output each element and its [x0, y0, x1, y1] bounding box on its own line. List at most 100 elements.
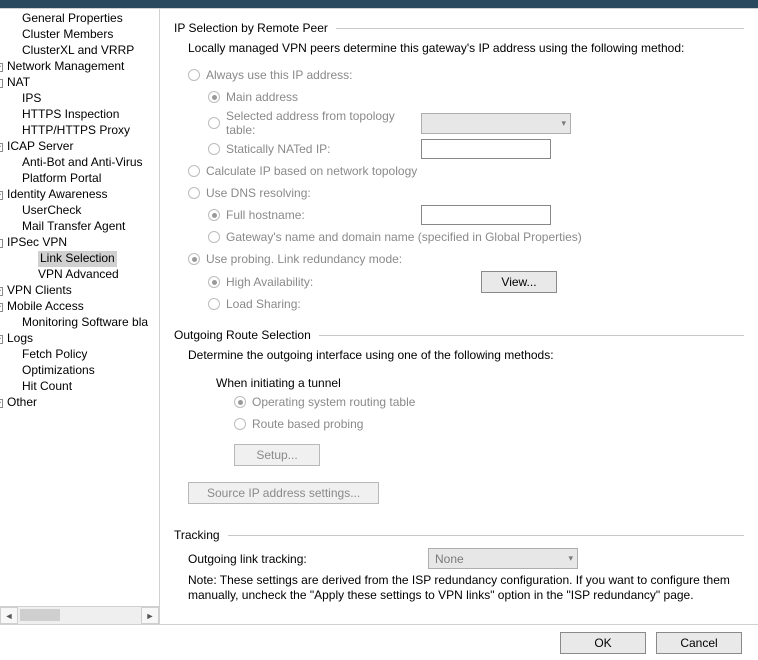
- cancel-button-label: Cancel: [680, 636, 717, 650]
- label-statically-nated: Statically NATed IP:: [226, 142, 421, 156]
- tree-item-label: Other: [7, 395, 37, 411]
- tree-item[interactable]: UserCheck: [4, 203, 159, 219]
- scroll-left-button[interactable]: ◄: [0, 607, 18, 624]
- tree-item-label: Platform Portal: [22, 171, 101, 187]
- input-full-hostname[interactable]: [421, 205, 551, 225]
- tree-item-label: Optimizations: [22, 363, 95, 379]
- ok-button[interactable]: OK: [560, 632, 646, 654]
- navigation-tree: General PropertiesCluster MembersCluster…: [0, 9, 160, 624]
- view-button-label: View...: [501, 275, 536, 289]
- tree-item-label: HTTPS Inspection: [22, 107, 119, 123]
- tree-item[interactable]: IPS: [4, 91, 159, 107]
- scroll-thumb[interactable]: [20, 609, 60, 621]
- tree-item[interactable]: HTTP/HTTPS Proxy: [4, 123, 159, 139]
- scroll-track[interactable]: [18, 607, 141, 624]
- tree-item[interactable]: Platform Portal: [4, 171, 159, 187]
- tree-item[interactable]: Fetch Policy: [4, 347, 159, 363]
- collapse-icon[interactable]: -: [0, 79, 3, 88]
- expand-icon[interactable]: +: [0, 335, 3, 344]
- tree-item[interactable]: VPN Advanced: [4, 267, 159, 283]
- radio-load-sharing[interactable]: [208, 298, 220, 310]
- radio-high-availability[interactable]: [208, 276, 220, 288]
- tree-item[interactable]: +ICAP Server: [4, 139, 159, 155]
- source-ip-settings-button[interactable]: Source IP address settings...: [188, 482, 379, 504]
- expand-icon[interactable]: +: [0, 287, 3, 296]
- radio-statically-nated[interactable]: [208, 143, 220, 155]
- tracking-note: Note: These settings are derived from th…: [188, 573, 744, 603]
- radio-os-routing[interactable]: [234, 396, 246, 408]
- tree-item-label: NAT: [7, 75, 30, 91]
- divider: [319, 335, 744, 336]
- tree-item[interactable]: General Properties: [4, 11, 159, 27]
- tree-item[interactable]: -NAT: [4, 75, 159, 91]
- tree-item-label: VPN Clients: [7, 283, 72, 299]
- label-full-hostname: Full hostname:: [226, 208, 421, 222]
- tree-item[interactable]: +VPN Clients: [4, 283, 159, 299]
- divider: [336, 28, 744, 29]
- label-high-availability: High Availability:: [226, 275, 481, 289]
- radio-full-hostname[interactable]: [208, 209, 220, 221]
- tree-item[interactable]: Link Selection: [4, 251, 159, 267]
- label-use-dns: Use DNS resolving:: [206, 186, 311, 200]
- tree-item[interactable]: Monitoring Software bla: [4, 315, 159, 331]
- tree-item[interactable]: +Other: [4, 395, 159, 411]
- tree-item-label: Hit Count: [22, 379, 72, 395]
- sidebar-horizontal-scrollbar[interactable]: ◄ ►: [0, 606, 159, 624]
- tree-item[interactable]: -IPSec VPN: [4, 235, 159, 251]
- tree-item[interactable]: Cluster Members: [4, 27, 159, 43]
- expand-icon[interactable]: +: [0, 303, 3, 312]
- tree-item[interactable]: +Mobile Access: [4, 299, 159, 315]
- setup-button-label: Setup...: [256, 448, 297, 462]
- expand-icon[interactable]: +: [0, 191, 3, 200]
- radio-gateway-name[interactable]: [208, 231, 220, 243]
- dialog-footer: OK Cancel: [0, 624, 758, 660]
- radio-use-probing[interactable]: [188, 253, 200, 265]
- view-button[interactable]: View...: [481, 271, 557, 293]
- tree-item-label: Fetch Policy: [22, 347, 87, 363]
- tree-item[interactable]: Optimizations: [4, 363, 159, 379]
- radio-route-probing[interactable]: [234, 418, 246, 430]
- tree-item-label: General Properties: [22, 11, 123, 27]
- radio-main-address[interactable]: [208, 91, 220, 103]
- source-ip-settings-label: Source IP address settings...: [207, 486, 360, 500]
- cancel-button[interactable]: Cancel: [656, 632, 742, 654]
- expand-icon[interactable]: +: [0, 143, 3, 152]
- label-selected-topology: Selected address from topology table:: [226, 109, 421, 137]
- tree-item-label: ICAP Server: [7, 139, 73, 155]
- tree-item-label: ClusterXL and VRRP: [22, 43, 134, 59]
- tree-item[interactable]: Anti-Bot and Anti-Virus: [4, 155, 159, 171]
- label-always-use-ip: Always use this IP address:: [206, 68, 353, 82]
- tree-item[interactable]: +Identity Awareness: [4, 187, 159, 203]
- tree-item[interactable]: +Network Management: [4, 59, 159, 75]
- ip-selection-description: Locally managed VPN peers determine this…: [188, 41, 744, 55]
- tree-item-label: Logs: [7, 331, 33, 347]
- setup-button[interactable]: Setup...: [234, 444, 320, 466]
- collapse-icon[interactable]: -: [0, 239, 3, 248]
- input-statically-nated-ip[interactable]: [421, 139, 551, 159]
- tree-item[interactable]: Mail Transfer Agent: [4, 219, 159, 235]
- tree-item-label: HTTP/HTTPS Proxy: [22, 123, 130, 139]
- tree-item-label: Mobile Access: [7, 299, 84, 315]
- tree-item[interactable]: ClusterXL and VRRP: [4, 43, 159, 59]
- scroll-right-button[interactable]: ►: [141, 607, 159, 624]
- tree-item[interactable]: Hit Count: [4, 379, 159, 395]
- tree-item-label: Mail Transfer Agent: [22, 219, 125, 235]
- expand-icon[interactable]: +: [0, 399, 3, 408]
- divider: [228, 535, 744, 536]
- radio-use-dns[interactable]: [188, 187, 200, 199]
- expand-icon[interactable]: +: [0, 63, 3, 72]
- label-outgoing-link-tracking: Outgoing link tracking:: [188, 552, 428, 566]
- outgoing-description: Determine the outgoing interface using o…: [188, 348, 744, 362]
- label-main-address: Main address: [226, 90, 298, 104]
- chevron-down-icon: ▾: [561, 118, 566, 129]
- radio-always-use-ip[interactable]: [188, 69, 200, 81]
- section-title-ip-selection: IP Selection by Remote Peer: [174, 21, 328, 35]
- dropdown-topology-address[interactable]: ▾: [421, 113, 571, 134]
- dropdown-outgoing-link-tracking[interactable]: None ▾: [428, 548, 578, 569]
- label-route-probing: Route based probing: [252, 417, 363, 431]
- radio-calc-topology[interactable]: [188, 165, 200, 177]
- tree-item[interactable]: HTTPS Inspection: [4, 107, 159, 123]
- label-load-sharing: Load Sharing:: [226, 297, 301, 311]
- radio-selected-topology[interactable]: [208, 117, 220, 129]
- tree-item[interactable]: +Logs: [4, 331, 159, 347]
